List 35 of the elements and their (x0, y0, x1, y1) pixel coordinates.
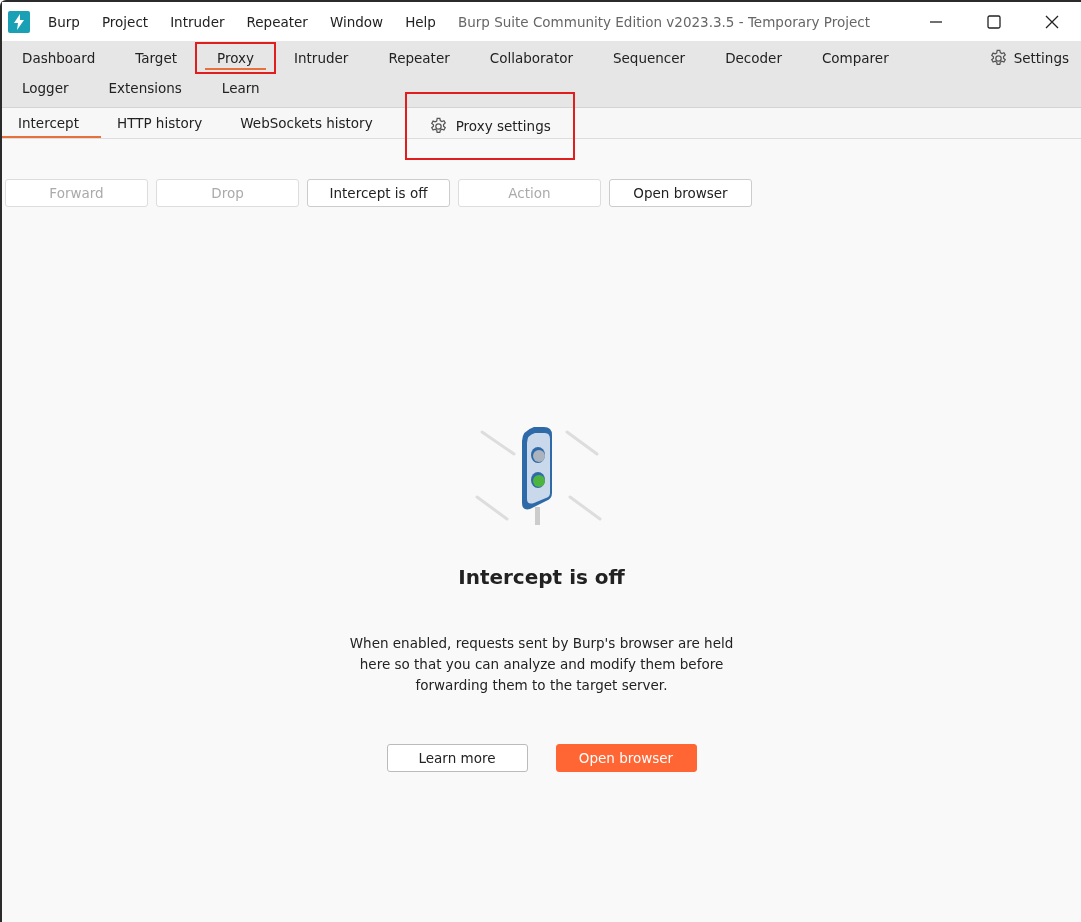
empty-state-heading: Intercept is off (458, 565, 625, 589)
settings-icon (988, 48, 1008, 68)
tab[interactable]: Proxy (197, 44, 274, 72)
tab[interactable]: Dashboard (2, 44, 116, 72)
tab[interactable]: Sequencer (593, 44, 706, 72)
tab[interactable]: Learn (201, 74, 280, 102)
menu-item[interactable]: Burp (48, 13, 80, 30)
menu-item[interactable]: Repeater (246, 13, 308, 30)
tab[interactable]: Comparer (801, 44, 909, 72)
tab[interactable]: Logger (2, 74, 89, 102)
tab[interactable]: Target (115, 44, 197, 72)
tab[interactable]: HTTP history (101, 108, 225, 138)
tab[interactable]: Intercept (2, 108, 101, 138)
minimize-icon (929, 20, 943, 23)
maximize-icon (987, 14, 1001, 29)
close-icon (1045, 14, 1059, 29)
menu-item[interactable]: Intruder (170, 13, 225, 30)
menu-item[interactable]: Project (101, 13, 149, 30)
settings-button[interactable]: Settings (988, 44, 1081, 72)
menu-item[interactable]: Window (329, 13, 384, 30)
tab[interactable]: Extensions (88, 74, 202, 102)
tab[interactable]: Decoder (705, 44, 802, 72)
tab[interactable]: Collaborator (469, 44, 593, 72)
tab[interactable]: Intruder (274, 44, 369, 72)
tab[interactable]: WebSockets history (224, 108, 395, 138)
toolbar-button[interactable]: Open browser (609, 179, 752, 207)
toolbar-button[interactable]: Intercept is off (307, 179, 450, 207)
app-logo-icon (8, 10, 30, 33)
empty-state-description: When enabled, requests sent by Burp's browser are held here so that you can analyze and modify them before forwarding them to the target server. (348, 634, 735, 695)
settings-icon (428, 116, 448, 136)
learn-more-button[interactable]: Learn more (386, 744, 528, 772)
proxy-settings-button[interactable]: Proxy settings (406, 94, 573, 158)
window-title: Burp Suite Community Edition v2023.3.5 - Temporary Project (457, 13, 870, 30)
tab[interactable]: Repeater (368, 44, 470, 72)
menu-item[interactable]: Help (405, 13, 436, 30)
